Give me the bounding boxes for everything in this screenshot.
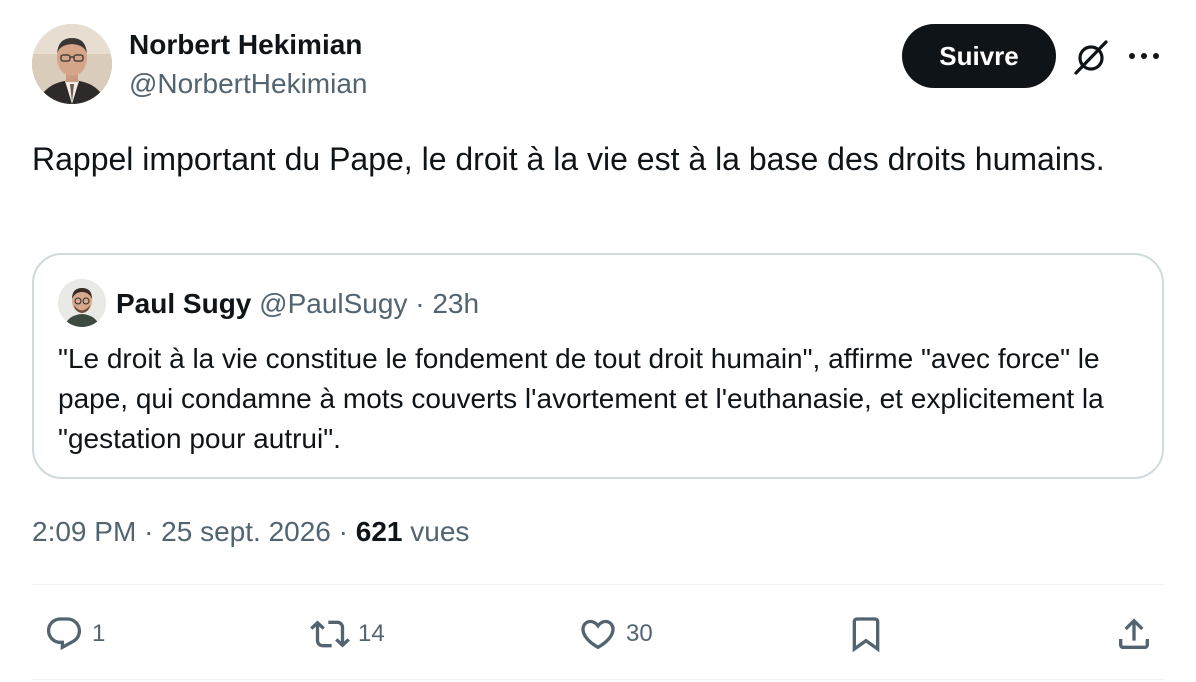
tweet-date[interactable]: 25 sept. 2026 bbox=[161, 516, 331, 547]
tweet: Norbert Hekimian @NorbertHekimian Suivre… bbox=[0, 0, 1196, 682]
divider bbox=[32, 584, 1164, 585]
reply-count: 1 bbox=[92, 620, 106, 647]
follow-button[interactable]: Suivre bbox=[902, 24, 1056, 88]
quote-separator: · bbox=[415, 288, 425, 319]
tweet-time[interactable]: 2:09 PM bbox=[32, 516, 136, 547]
author-handle[interactable]: @NorbertHekimian bbox=[129, 67, 368, 101]
meta-separator: · bbox=[338, 516, 348, 547]
author-name[interactable]: Norbert Hekimian bbox=[129, 28, 362, 62]
bookmark-button[interactable] bbox=[846, 612, 886, 656]
quote-header: Paul Sugy @PaulSugy · 23h bbox=[116, 286, 479, 322]
grok-icon[interactable] bbox=[1072, 38, 1110, 76]
share-icon bbox=[1119, 618, 1149, 649]
author-avatar[interactable] bbox=[32, 24, 112, 104]
views-count: 621 bbox=[355, 516, 403, 547]
quoted-tweet[interactable]: Paul Sugy @PaulSugy · 23h "Le droit à la… bbox=[32, 253, 1164, 479]
tweet-meta: 2:09 PM · 25 sept. 2026 · 621 vues bbox=[32, 514, 469, 550]
quote-text: "Le droit à la vie constitue le fondemen… bbox=[58, 343, 1104, 454]
repost-button[interactable]: 14 bbox=[310, 612, 385, 656]
divider bbox=[32, 679, 1164, 680]
meta-separator: · bbox=[144, 516, 154, 547]
repost-icon bbox=[310, 620, 350, 648]
more-icon[interactable] bbox=[1124, 40, 1164, 72]
reply-button[interactable]: 1 bbox=[44, 612, 105, 656]
bookmark-icon bbox=[852, 617, 880, 653]
quote-avatar[interactable] bbox=[58, 279, 106, 327]
like-icon bbox=[581, 619, 615, 650]
repost-count: 14 bbox=[358, 620, 385, 647]
tweet-text: Rappel important du Pape, le droit à la … bbox=[32, 141, 1105, 177]
like-count: 30 bbox=[626, 620, 653, 647]
quote-timestamp[interactable]: 23h bbox=[432, 288, 479, 319]
like-button[interactable]: 30 bbox=[578, 612, 653, 656]
views-label: vues bbox=[410, 516, 470, 547]
quote-author-handle: @PaulSugy bbox=[259, 288, 408, 319]
share-button[interactable] bbox=[1114, 612, 1154, 656]
reply-icon bbox=[46, 617, 82, 651]
quote-author-name: Paul Sugy bbox=[116, 288, 252, 319]
